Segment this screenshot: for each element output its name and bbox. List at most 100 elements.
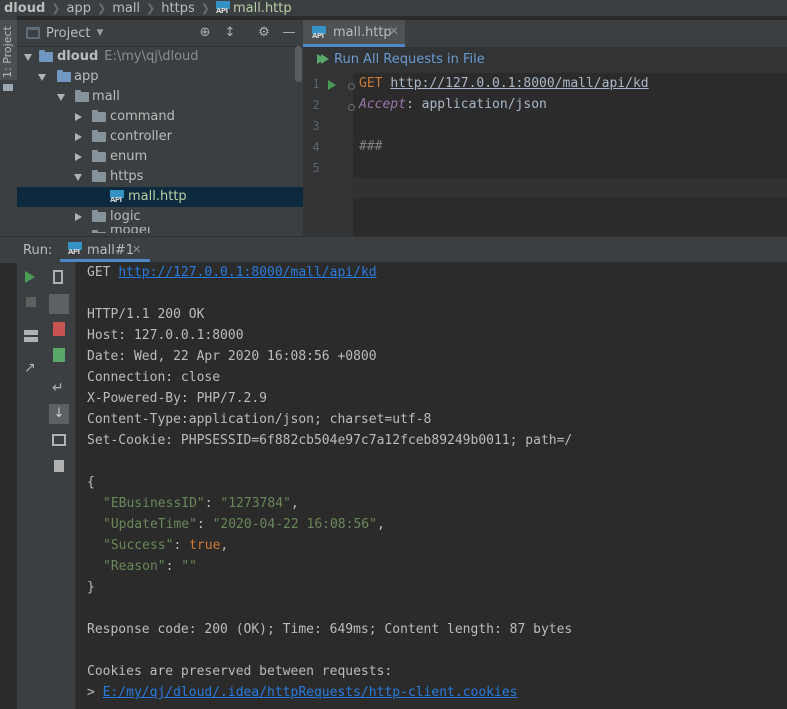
run-title: Run:	[23, 243, 53, 258]
breadcrumb-item-dloud[interactable]: dloud ❯	[0, 1, 60, 16]
locate-icon[interactable]: ⊕	[198, 26, 212, 40]
console-url-link[interactable]: http://127.0.0.1:8000/mall/api/kd	[118, 265, 376, 280]
stop-icon[interactable]	[26, 297, 36, 307]
collapse-arrow-icon[interactable]	[75, 133, 82, 141]
gear-icon[interactable]: ⚙	[257, 26, 271, 40]
breadcrumb-label: app	[66, 0, 91, 16]
run-request-icon[interactable]	[328, 80, 336, 90]
tree-item-https[interactable]: https	[17, 167, 303, 187]
project-tool-tab-label[interactable]: 1: Project	[1, 26, 14, 78]
editor-tab-mall-http[interactable]: API mall.http ✕	[303, 20, 405, 47]
soft-wrap-icon[interactable]: ↵	[52, 380, 70, 398]
console-header-line: Content-Type:application/json; charset=u…	[87, 412, 432, 427]
console-header-line: X-Powered-By: PHP/7.2.9	[87, 391, 268, 406]
line-number: 1	[312, 77, 320, 91]
project-title[interactable]: Project	[46, 26, 90, 41]
project-scrollbar[interactable]	[295, 46, 302, 82]
json-close-brace: }	[87, 580, 95, 595]
collapse-arrow-icon[interactable]	[75, 153, 82, 161]
console-header-line: Host: 127.0.0.1:8000	[87, 328, 244, 343]
line-number: 4	[312, 140, 320, 154]
chevron-right-icon: ❯	[51, 1, 61, 15]
tree-item-mall[interactable]: mall	[17, 87, 303, 107]
chevron-down-icon[interactable]: ▼	[96, 28, 103, 38]
json-open-brace: {	[87, 475, 95, 490]
line-number: 5	[312, 161, 320, 175]
line-number: 3	[312, 119, 320, 133]
fold-marker-icon[interactable]	[348, 104, 355, 111]
tree-item-name: enum	[110, 149, 148, 164]
expand-arrow-icon[interactable]	[57, 94, 65, 101]
breadcrumb-item-https[interactable]: https ❯	[155, 1, 210, 16]
expand-arrow-icon[interactable]	[24, 54, 32, 61]
console-header-line: Set-Cookie: PHPSESSID=6f882cb504e97c7a12…	[87, 433, 573, 448]
folder-icon	[92, 170, 106, 182]
json-comma: ,	[220, 538, 229, 553]
tree-item-enum[interactable]: enum	[17, 147, 303, 167]
console-cookies-line: Cookies are preserved between requests:	[87, 664, 393, 679]
tree-item-dloud[interactable]: dloud E:\my\qj\dloud	[17, 47, 303, 67]
current-line-highlight	[353, 178, 787, 198]
json-comma: ,	[290, 496, 299, 511]
tree-item-name: https	[110, 169, 144, 184]
breadcrumb-item-file[interactable]: API mall.http	[210, 1, 292, 16]
tree-item-app[interactable]: app	[17, 67, 303, 87]
json-key: "UpdateTime"	[103, 517, 197, 532]
run-actions-toolbar: ↵ ↓	[45, 262, 76, 709]
pin-icon[interactable]: ↗	[24, 360, 42, 378]
tree-item-name: mall.http	[128, 189, 187, 204]
close-icon[interactable]: ✕	[389, 24, 399, 38]
print-icon[interactable]	[52, 434, 66, 446]
header-name: Accept	[359, 97, 406, 112]
header-value: : application/json	[405, 97, 547, 112]
minimize-icon[interactable]: —	[282, 26, 296, 40]
console-method: GET	[87, 265, 119, 280]
json-value: true	[189, 538, 221, 553]
trash-icon[interactable]	[54, 460, 64, 472]
json-line: "UpdateTime": "2020-04-22 16:08:56",	[103, 517, 385, 532]
console-output[interactable]: GET http://127.0.0.1:8000/mall/api/kd HT…	[76, 262, 787, 709]
cookies-file-link[interactable]: E:/my/qj/dloud/.idea/httpRequests/http-c…	[103, 685, 518, 700]
project-tree: dloud E:\my\qj\dloud app mall command con…	[17, 47, 303, 233]
module-folder-icon	[39, 50, 53, 62]
close-icon[interactable]: ✕	[132, 243, 141, 256]
document-icon[interactable]	[53, 270, 63, 284]
json-line: "EBusinessID": "1273784",	[103, 496, 299, 511]
tree-item-command[interactable]: command	[17, 107, 303, 127]
json-key: "Reason"	[103, 559, 166, 574]
rerun-icon[interactable]	[25, 271, 35, 283]
collapse-arrow-icon[interactable]	[75, 213, 82, 221]
tree-item-path: E:\my\qj\dloud	[104, 49, 199, 64]
tree-item-logic[interactable]: logic	[17, 207, 303, 227]
breadcrumb-item-mall[interactable]: mall ❯	[106, 1, 155, 16]
run-tab-label: mall#1	[87, 243, 135, 258]
compare-icon[interactable]	[53, 322, 65, 336]
project-panel: Project ▼ ⊕ ↕ ⚙ — dloud E:\my\qj\dloud ap…	[17, 20, 303, 236]
folder-icon	[92, 210, 106, 222]
open-html-icon[interactable]	[53, 348, 65, 362]
request-url[interactable]: http://127.0.0.1:8000/mall/api/kd	[390, 76, 648, 91]
fold-marker-icon[interactable]	[348, 83, 355, 90]
json-comma: ,	[376, 517, 385, 532]
layout-icon[interactable]	[24, 330, 38, 342]
expand-arrow-icon[interactable]	[38, 74, 46, 81]
tree-item-controller[interactable]: controller	[17, 127, 303, 147]
code-line-2: Accept: application/json	[359, 97, 547, 112]
run-all-requests-button[interactable]: Run All Requests in File	[334, 52, 485, 67]
tree-item-mall-http[interactable]: API mall.http	[17, 187, 303, 207]
tree-item-model[interactable]: model	[17, 227, 303, 233]
breadcrumb-label: https	[161, 0, 195, 16]
json-value: ""	[181, 559, 197, 574]
expand-arrow-icon[interactable]	[74, 174, 82, 181]
console-header-line: Date: Wed, 22 Apr 2020 16:08:56 +0800	[87, 349, 377, 364]
editor: API mall.http ✕ Run All Requests in File…	[303, 20, 787, 236]
breadcrumb-item-app[interactable]: app ❯	[60, 1, 106, 16]
scroll-to-end-icon[interactable]: ↓	[49, 404, 69, 424]
api-file-icon: API	[68, 242, 82, 256]
collapse-arrow-icon[interactable]	[75, 113, 82, 121]
collapse-all-icon[interactable]: ↕	[223, 26, 237, 40]
tree-item-label: dloud E:\my\qj\dloud	[57, 47, 199, 67]
history-icon[interactable]	[49, 294, 69, 314]
json-sep: :	[165, 559, 182, 574]
json-sep: :	[204, 496, 221, 511]
